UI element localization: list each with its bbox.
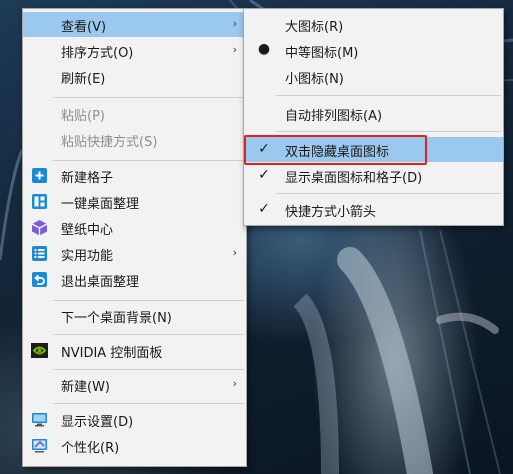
submenu-item-large-icons-label: 大图标(R)	[285, 20, 344, 35]
menu-item-new-label: 新建(W)	[61, 380, 110, 395]
menu-item-next-background[interactable]: 下一个桌面背景(N)	[23, 303, 246, 328]
chevron-right-icon: ›	[232, 246, 237, 259]
menu-item-paste-shortcut: 粘贴快捷方式(S)	[23, 127, 246, 152]
radio-bullet-icon: ●	[257, 41, 271, 57]
menu-item-new-grid[interactable]: 新建格子	[23, 163, 246, 188]
menu-item-display-settings[interactable]: 显示设置(D)	[23, 407, 246, 432]
menu-item-wallpaper-center-label: 壁纸中心	[61, 223, 114, 238]
undo-icon	[31, 271, 48, 288]
menu-item-wallpaper-center[interactable]: 壁纸中心	[23, 215, 246, 240]
menu-item-personalize-label: 个性化(R)	[61, 441, 120, 456]
menu-separator	[276, 95, 501, 96]
menu-item-paste-label: 粘贴(P)	[61, 109, 105, 124]
submenu-item-shortcut-arrow-label: 快捷方式小箭头	[285, 205, 377, 220]
cube-icon	[31, 219, 48, 236]
menu-item-utilities[interactable]: 实用功能 ›	[23, 241, 246, 266]
menu-separator	[53, 160, 244, 161]
menu-item-refresh[interactable]: 刷新(E)	[23, 64, 246, 89]
submenu-item-large-icons[interactable]: 大图标(R)	[244, 12, 503, 37]
menu-item-view[interactable]: 查看(V) ›	[23, 12, 246, 37]
menu-item-exit-organize[interactable]: 退出桌面整理	[23, 267, 246, 292]
layout-grid-icon	[31, 193, 48, 210]
menu-item-personalize[interactable]: 个性化(R)	[23, 433, 246, 458]
menu-item-utilities-label: 实用功能	[61, 249, 114, 264]
submenu-item-auto-arrange[interactable]: 自动排列图标(A)	[244, 101, 503, 126]
menu-item-display-settings-label: 显示设置(D)	[61, 415, 134, 430]
desktop-context-menu: 查看(V) › 排序方式(O) › 刷新(E) 粘贴(P) 粘贴快捷方式(S) …	[22, 8, 247, 467]
nvidia-icon	[31, 342, 48, 359]
checkmark-icon: ✓	[258, 201, 270, 217]
menu-separator	[276, 193, 501, 194]
menu-item-view-label: 查看(V)	[61, 20, 107, 35]
menu-separator	[53, 403, 244, 404]
highlight-outline-box	[244, 135, 427, 165]
menu-separator	[53, 97, 244, 98]
menu-item-refresh-label: 刷新(E)	[61, 72, 106, 87]
submenu-item-show-icons-and-grids[interactable]: ✓ 显示桌面图标和格子(D)	[244, 163, 503, 188]
submenu-item-small-icons[interactable]: 小图标(N)	[244, 64, 503, 89]
menu-separator	[53, 334, 244, 335]
menu-item-one-click-organize[interactable]: 一键桌面整理	[23, 189, 246, 214]
menu-item-new[interactable]: 新建(W) ›	[23, 372, 246, 397]
menu-item-sort-by[interactable]: 排序方式(O) ›	[23, 38, 246, 63]
menu-item-next-background-label: 下一个桌面背景(N)	[61, 311, 172, 326]
chevron-right-icon: ›	[232, 43, 237, 56]
submenu-item-medium-icons-label: 中等图标(M)	[285, 46, 359, 61]
menu-item-nvidia-control-panel[interactable]: NVIDIA 控制面板	[23, 338, 246, 363]
submenu-item-auto-arrange-label: 自动排列图标(A)	[285, 109, 383, 124]
menu-separator	[276, 131, 501, 132]
menu-separator	[53, 369, 244, 370]
menu-separator	[53, 300, 244, 301]
chevron-right-icon: ›	[232, 17, 237, 30]
chevron-right-icon: ›	[232, 377, 237, 390]
list-icon	[31, 245, 48, 262]
menu-item-sort-by-label: 排序方式(O)	[61, 46, 134, 61]
submenu-item-small-icons-label: 小图标(N)	[285, 72, 344, 87]
submenu-item-show-icons-and-grids-label: 显示桌面图标和格子(D)	[285, 171, 423, 186]
submenu-item-medium-icons[interactable]: ● 中等图标(M)	[244, 38, 503, 63]
plus-square-icon	[31, 167, 48, 184]
menu-item-nvidia-control-panel-label: NVIDIA 控制面板	[61, 346, 163, 361]
checkmark-icon: ✓	[258, 167, 270, 183]
menu-item-paste-shortcut-label: 粘贴快捷方式(S)	[61, 135, 158, 150]
submenu-item-shortcut-arrow[interactable]: ✓ 快捷方式小箭头	[244, 197, 503, 222]
personalize-icon	[31, 437, 48, 454]
menu-item-new-grid-label: 新建格子	[61, 171, 114, 186]
menu-item-paste: 粘贴(P)	[23, 101, 246, 126]
monitor-icon	[31, 411, 48, 428]
view-submenu: 大图标(R) ● 中等图标(M) 小图标(N) 自动排列图标(A) ✓ 双击隐藏…	[243, 8, 504, 226]
menu-item-exit-organize-label: 退出桌面整理	[61, 275, 140, 290]
menu-item-one-click-organize-label: 一键桌面整理	[61, 197, 140, 212]
